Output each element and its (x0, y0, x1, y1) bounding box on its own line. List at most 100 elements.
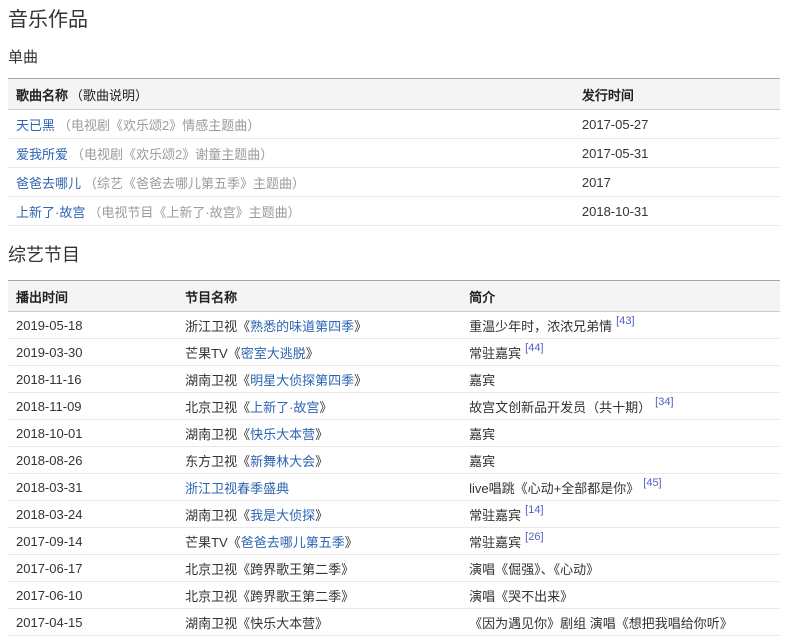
intro-text: 演唱《倔强》、《心动》 (469, 562, 599, 577)
song-title-link[interactable]: 上新了·故宫 (16, 205, 85, 220)
program-channel-prefix: 北京卫视《跨界歌王第二季》 (185, 562, 354, 577)
program-name-cell: 湖南卫视《我是大侦探》 (177, 501, 461, 528)
air-date: 2017-06-10 (8, 582, 177, 609)
variety-table-row: 2017-06-10 北京卫视《跨界歌王第二季》 演唱《哭不出来》 (8, 582, 780, 609)
variety-table-row: 2019-03-30 芒果TV《密室大逃脱》 常驻嘉宾 [44] (8, 339, 780, 366)
singles-header-release-date: 发行时间 (574, 79, 780, 110)
intro-text: 演唱《哭不出来》 (469, 589, 573, 604)
variety-table: 播出时间 节目名称 简介 2019-05-18 浙江卫视《熟悉的味道第四季》 重… (8, 280, 780, 638)
program-name-cell: 浙江卫视《熟悉的味道第四季》 (177, 312, 461, 339)
air-date: 2017-09-14 (8, 528, 177, 555)
intro-text: 嘉宾 (469, 454, 495, 469)
program-channel-prefix: 芒果TV《 (185, 535, 241, 550)
variety-table-row: 2018-08-26 东方卫视《新舞林大会》 嘉宾 (8, 447, 780, 474)
variety-header-intro: 简介 (461, 281, 780, 312)
singles-header-song-note-label: （歌曲说明） (70, 88, 148, 103)
variety-table-row: 2018-10-01 湖南卫视《快乐大本营》 嘉宾 (8, 420, 780, 447)
song-cell: 爸爸去哪儿（综艺《爸爸去哪儿第五季》主题曲） (8, 168, 574, 197)
variety-header-program-name: 节目名称 (177, 281, 461, 312)
reference-link[interactable]: [26] (525, 531, 543, 543)
intro-cell: 《因为遇见你》剧组 演唱《想把我唱给你听》 (461, 609, 780, 636)
song-cell: 上新了·故宫（电视节目《上新了·故宫》主题曲） (8, 197, 574, 226)
song-title-link[interactable]: 天已黑 (16, 118, 55, 133)
singles-table-row: 爸爸去哪儿（综艺《爸爸去哪儿第五季》主题曲） 2017 (8, 168, 780, 197)
subsection-title-singles: 单曲 (8, 48, 780, 68)
air-date: 2018-03-24 (8, 501, 177, 528)
release-date: 2018-10-31 (574, 197, 780, 226)
program-name-cell: 北京卫视《跨界歌王第二季》 (177, 555, 461, 582)
intro-cell: 嘉宾 (461, 420, 780, 447)
encyclopedia-content: 音乐作品 单曲 歌曲名称（歌曲说明） 发行时间 天已黑（电视剧《欢乐颂2》情感主… (0, 0, 788, 638)
singles-header-song-name: 歌曲名称（歌曲说明） (8, 79, 574, 110)
program-title-link[interactable]: 上新了·故宫 (250, 400, 319, 415)
reference-link[interactable]: [44] (525, 342, 543, 354)
program-title-link[interactable]: 密室大逃脱 (241, 346, 306, 361)
song-title-link[interactable]: 爸爸去哪儿 (16, 176, 81, 191)
variety-table-row: 2019-05-18 浙江卫视《熟悉的味道第四季》 重温少年时，浓浓兄弟情[43… (8, 312, 780, 339)
program-title-link[interactable]: 熟悉的味道第四季 (250, 319, 354, 334)
air-date: 2018-08-26 (8, 447, 177, 474)
song-note: （电视剧《欢乐颂2》情感主题曲） (58, 118, 260, 133)
program-channel-prefix: 东方卫视《 (185, 454, 250, 469)
program-channel-prefix: 北京卫视《跨界歌王第二季》 (185, 589, 354, 604)
program-name-cell: 湖南卫视《快乐大本营》 (177, 420, 461, 447)
program-channel-prefix: 湖南卫视《 (185, 427, 250, 442)
release-date: 2017 (574, 168, 780, 197)
air-date: 2018-11-16 (8, 366, 177, 393)
program-name-cell: 湖南卫视《快乐大本营》 (177, 609, 461, 636)
program-title-link[interactable]: 新舞林大会 (250, 454, 315, 469)
program-name-cell: 湖南卫视《明星大侦探第四季》 (177, 366, 461, 393)
air-date: 2017-06-17 (8, 555, 177, 582)
song-note: （综艺《爸爸去哪儿第五季》主题曲） (84, 176, 305, 191)
program-title-link[interactable]: 我是大侦探 (250, 508, 315, 523)
program-name-cell: 芒果TV《爸爸去哪儿第五季》 (177, 528, 461, 555)
intro-cell: 常驻嘉宾 [26] (461, 528, 780, 555)
program-title-link[interactable]: 爸爸去哪儿第五季 (241, 535, 345, 550)
intro-cell: 常驻嘉宾 [44] (461, 339, 780, 366)
singles-header-song-name-label: 歌曲名称 (16, 88, 68, 103)
program-suffix: 》 (315, 454, 328, 469)
program-suffix: 》 (306, 346, 319, 361)
air-date: 2019-03-30 (8, 339, 177, 366)
section-title-music-works: 音乐作品 (8, 0, 780, 33)
variety-table-header-row: 播出时间 节目名称 简介 (8, 281, 780, 312)
intro-text: 常驻嘉宾 (469, 535, 521, 550)
air-date: 2018-03-31 (8, 474, 177, 501)
release-date: 2017-05-27 (574, 110, 780, 139)
program-suffix: 》 (319, 400, 332, 415)
program-suffix: 》 (354, 319, 367, 334)
singles-table-row: 天已黑（电视剧《欢乐颂2》情感主题曲） 2017-05-27 (8, 110, 780, 139)
program-name-cell: 北京卫视《跨界歌王第二季》 (177, 582, 461, 609)
intro-cell: 嘉宾 (461, 366, 780, 393)
singles-table-row: 上新了·故宫（电视节目《上新了·故宫》主题曲） 2018-10-31 (8, 197, 780, 226)
program-name-cell: 北京卫视《上新了·故宫》 (177, 393, 461, 420)
program-title-link[interactable]: 浙江卫视春季盛典 (185, 481, 289, 496)
reference-link[interactable]: [14] (525, 504, 543, 516)
intro-cell: 演唱《倔强》、《心动》 (461, 555, 780, 582)
reference-link[interactable]: [34] (655, 396, 673, 408)
program-name-cell: 浙江卫视春季盛典 (177, 474, 461, 501)
program-suffix: 》 (315, 508, 328, 523)
intro-text: 常驻嘉宾 (469, 346, 521, 361)
program-channel-prefix: 芒果TV《 (185, 346, 241, 361)
singles-table-row: 爱我所爱（电视剧《欢乐颂2》谢童主题曲） 2017-05-31 (8, 139, 780, 168)
reference-link[interactable]: [43] (616, 315, 634, 327)
variety-table-row: 2017-06-17 北京卫视《跨界歌王第二季》 演唱《倔强》、《心动》 (8, 555, 780, 582)
song-title-link[interactable]: 爱我所爱 (16, 147, 68, 162)
program-suffix: 》 (354, 373, 367, 388)
air-date: 2018-11-09 (8, 393, 177, 420)
program-name-cell: 芒果TV《密室大逃脱》 (177, 339, 461, 366)
variety-header-air-date: 播出时间 (8, 281, 177, 312)
program-title-link[interactable]: 明星大侦探第四季 (250, 373, 354, 388)
variety-table-row: 2017-04-15 湖南卫视《快乐大本营》 《因为遇见你》剧组 演唱《想把我唱… (8, 609, 780, 636)
program-name-cell: 东方卫视《新舞林大会》 (177, 447, 461, 474)
air-date: 2019-05-18 (8, 312, 177, 339)
release-date: 2017-05-31 (574, 139, 780, 168)
variety-table-row: 2018-03-24 湖南卫视《我是大侦探》 常驻嘉宾[14] (8, 501, 780, 528)
program-channel-prefix: 湖南卫视《 (185, 373, 250, 388)
intro-text: 《因为遇见你》剧组 演唱《想把我唱给你听》 (469, 616, 733, 631)
program-title-link[interactable]: 快乐大本营 (250, 427, 315, 442)
song-cell: 天已黑（电视剧《欢乐颂2》情感主题曲） (8, 110, 574, 139)
reference-link[interactable]: [45] (643, 477, 661, 489)
intro-text: live唱跳《心动+全部都是你》 (469, 481, 639, 496)
